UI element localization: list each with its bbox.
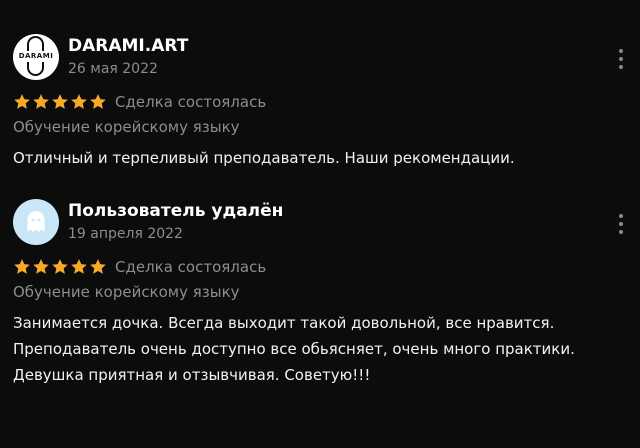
deal-status: Сделка состоялась (115, 257, 267, 276)
more-options-button[interactable] (614, 46, 628, 72)
review-text-line: Занимается дочка. Всегда выходит такой д… (13, 314, 555, 332)
star-rating (13, 92, 108, 112)
avatar[interactable] (13, 199, 59, 245)
review-text-line: Отличный и терпеливый преподаватель. Наш… (13, 149, 515, 167)
review-text: Отличный и терпеливый преподаватель. Наш… (13, 145, 623, 171)
ghost-icon (27, 211, 45, 232)
star-icon (14, 259, 30, 275)
darami-logo-text: DARAMI (16, 51, 56, 62)
star-icon (33, 94, 49, 110)
star-icon (90, 259, 106, 275)
more-vertical-icon (619, 49, 623, 53)
star-icon (71, 94, 87, 110)
star-icon (52, 94, 68, 110)
review-subject: Обучение корейскому языку (13, 283, 240, 301)
deal-status: Сделка состоялась (115, 92, 267, 111)
rating-row: Сделка состоялась (13, 256, 266, 278)
star-icon (52, 259, 68, 275)
review-subject: Обучение корейскому языку (13, 118, 240, 136)
reviews-page: DARAMI DARAMI.ART 26 мая 2022 Сделка сос… (0, 0, 640, 448)
review-text-line: Девушка приятная и отзывчивая. Советую!!… (13, 366, 371, 384)
review-author[interactable]: DARAMI.ART (68, 36, 188, 56)
rating-row: Сделка состоялась (13, 91, 266, 113)
star-icon (90, 94, 106, 110)
review-date: 26 мая 2022 (68, 61, 158, 77)
more-vertical-icon (619, 222, 623, 226)
more-vertical-icon (619, 65, 623, 69)
more-vertical-icon (619, 57, 623, 61)
star-icon (33, 259, 49, 275)
review-date: 19 апреля 2022 (68, 226, 183, 242)
review-text: Занимается дочка. Всегда выходит такой д… (13, 310, 623, 388)
more-vertical-icon (619, 214, 623, 218)
review-text-line: Преподаватель очень доступно все обьясня… (13, 340, 575, 358)
more-options-button[interactable] (614, 211, 628, 237)
more-vertical-icon (619, 230, 623, 234)
star-rating (13, 257, 108, 277)
avatar[interactable]: DARAMI (13, 34, 59, 80)
star-icon (71, 259, 87, 275)
review-author[interactable]: Пользователь удалён (68, 201, 283, 221)
star-icon (14, 94, 30, 110)
